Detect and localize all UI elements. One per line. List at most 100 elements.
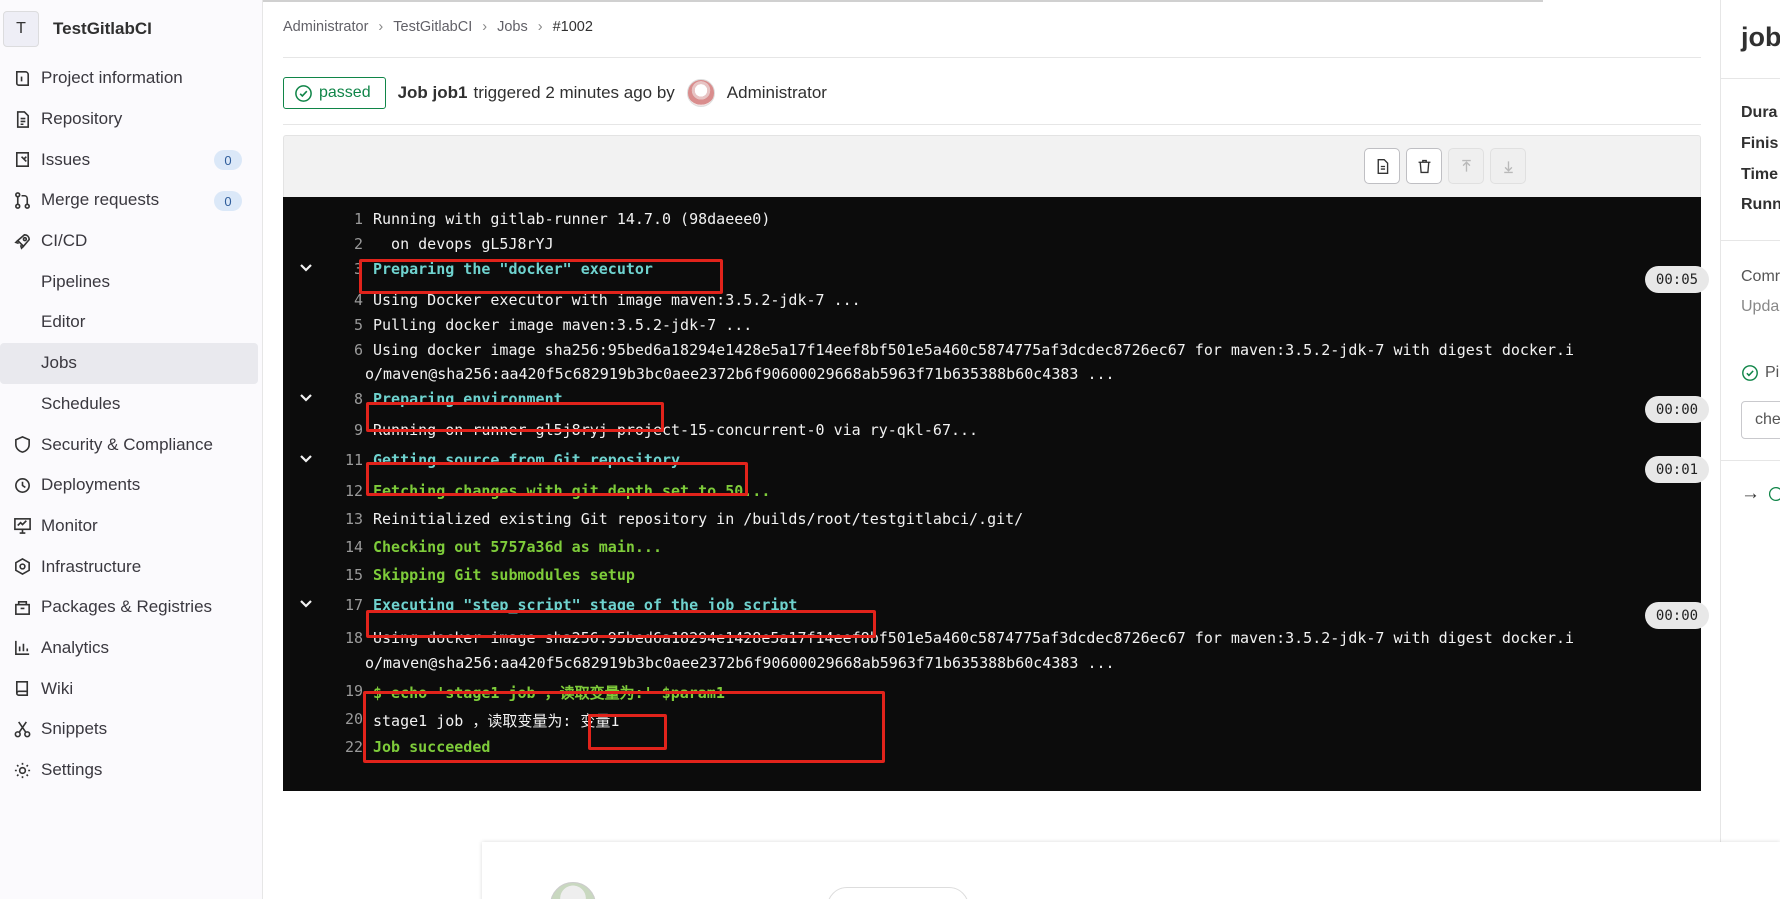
overlay-card bbox=[482, 842, 1780, 899]
sidebar-item-label: Settings bbox=[41, 760, 103, 780]
breadcrumb-separator: › bbox=[378, 19, 384, 35]
sidebar-item-repository[interactable]: Repository bbox=[0, 99, 262, 140]
finished-label: Finis bbox=[1741, 135, 1779, 152]
commit-message[interactable]: Upda bbox=[1741, 298, 1779, 316]
breadcrumb-item[interactable]: TestGitlabCI bbox=[393, 19, 472, 35]
breadcrumb-item[interactable]: Jobs bbox=[497, 19, 528, 35]
line-number[interactable]: 11 bbox=[323, 451, 363, 469]
section-duration-badge: 00:00 bbox=[1645, 396, 1709, 423]
sidebar-item-wiki[interactable]: Wiki bbox=[0, 668, 262, 709]
document-icon bbox=[1377, 158, 1388, 174]
sidebar-item-settings[interactable]: Settings bbox=[0, 750, 262, 791]
line-number[interactable]: 12 bbox=[323, 482, 363, 500]
timeout-label: Time bbox=[1741, 166, 1779, 183]
divider bbox=[1721, 460, 1780, 461]
pipeline-status[interactable]: Pi bbox=[1741, 364, 1779, 382]
gear-icon bbox=[12, 760, 32, 780]
log-text: Reinitialized existing Git repository in… bbox=[373, 510, 1024, 528]
sidebar-item-merge-requests[interactable]: Merge requests 0 bbox=[0, 180, 262, 221]
sidebar-item-label: Deployments bbox=[41, 475, 141, 495]
log-text: Pulling docker image maven:3.5.2-jdk-7 .… bbox=[373, 316, 753, 334]
sidebar-item-project-information[interactable]: Project information bbox=[0, 58, 262, 99]
log-toolbar bbox=[283, 135, 1701, 197]
highlight-box bbox=[366, 610, 876, 638]
divider bbox=[283, 57, 1701, 58]
line-number[interactable]: 22 bbox=[323, 738, 363, 756]
breadcrumb-item[interactable]: #1002 bbox=[553, 19, 593, 35]
divider bbox=[1721, 78, 1780, 79]
line-number[interactable]: 17 bbox=[323, 596, 363, 614]
check-circle-icon bbox=[1742, 365, 1758, 381]
section-duration-badge: 00:00 bbox=[1645, 602, 1709, 629]
breadcrumb-item[interactable]: Administrator bbox=[283, 19, 368, 35]
line-number[interactable]: 3 bbox=[323, 260, 363, 278]
sidebar-item-pipelines[interactable]: Pipelines bbox=[0, 261, 262, 302]
merge-requests-count-badge: 0 bbox=[214, 191, 242, 212]
erase-log-button[interactable] bbox=[1406, 148, 1442, 184]
sidebar-item-snippets[interactable]: Snippets bbox=[0, 709, 262, 750]
sidebar-item-analytics[interactable]: Analytics bbox=[0, 628, 262, 669]
scroll-bottom-button[interactable] bbox=[1490, 148, 1526, 184]
chevron-down-icon[interactable] bbox=[298, 451, 316, 469]
chevron-down-icon[interactable] bbox=[298, 596, 316, 614]
pill-button[interactable] bbox=[827, 887, 969, 899]
status-badge[interactable]: passed bbox=[283, 77, 386, 109]
package-icon bbox=[12, 597, 32, 617]
avatar[interactable] bbox=[686, 79, 715, 107]
sidebar-item-editor[interactable]: Editor bbox=[0, 302, 262, 343]
log-text: on devops gL5J8rYJ bbox=[373, 235, 554, 253]
sidebar-item-deployments[interactable]: Deployments bbox=[0, 465, 262, 506]
trash-icon bbox=[1418, 159, 1430, 173]
line-number[interactable]: 8 bbox=[323, 390, 363, 408]
sidebar-item-label: Merge requests bbox=[41, 190, 160, 210]
chevron-down-icon[interactable] bbox=[298, 390, 316, 408]
sidebar-item-cicd[interactable]: CI/CD bbox=[0, 221, 262, 262]
scroll-down-icon bbox=[1503, 160, 1513, 173]
stage-select[interactable]: che bbox=[1741, 401, 1780, 439]
sidebar-item-security[interactable]: Security & Compliance bbox=[0, 424, 262, 465]
line-number[interactable]: 15 bbox=[323, 566, 363, 584]
line-number[interactable]: 18 bbox=[323, 629, 363, 647]
merge-request-icon bbox=[12, 190, 32, 210]
line-number[interactable]: 9 bbox=[323, 421, 363, 439]
line-number[interactable]: 2 bbox=[323, 235, 363, 253]
highlight-box bbox=[366, 402, 664, 432]
sidebar-item-label: Editor bbox=[41, 312, 86, 332]
section-duration-badge: 00:01 bbox=[1645, 456, 1709, 483]
log-text: Running with gitlab-runner 14.7.0 (98dae… bbox=[373, 210, 771, 228]
deployments-icon bbox=[12, 475, 32, 495]
sidebar-item-label: Infrastructure bbox=[41, 556, 142, 576]
scissors-icon bbox=[12, 719, 32, 739]
line-number[interactable]: 14 bbox=[323, 538, 363, 556]
divider bbox=[1721, 240, 1780, 241]
sidebar-item-jobs[interactable]: Jobs bbox=[0, 342, 258, 384]
line-number[interactable]: 13 bbox=[323, 510, 363, 528]
book-icon bbox=[12, 679, 32, 699]
sidebar-item-monitor[interactable]: Monitor bbox=[0, 506, 262, 547]
avatar bbox=[550, 882, 596, 899]
issues-icon bbox=[12, 150, 32, 170]
scroll-top-button[interactable] bbox=[1448, 148, 1484, 184]
line-number[interactable]: 5 bbox=[323, 316, 363, 334]
line-number[interactable]: 4 bbox=[323, 291, 363, 309]
sidebar-item-issues[interactable]: Issues 0 bbox=[0, 139, 262, 180]
breadcrumb: Administrator › TestGitlabCI › Jobs › #1… bbox=[283, 19, 593, 35]
line-number[interactable]: 6 bbox=[323, 341, 363, 359]
project-header[interactable]: T TestGitlabCI bbox=[0, 0, 262, 58]
log-text: o/maven@sha256:aa420f5c682919b3bc0aee237… bbox=[365, 654, 1115, 672]
chevron-down-icon[interactable] bbox=[298, 260, 316, 278]
sidebar-item-packages[interactable]: Packages & Registries bbox=[0, 587, 262, 628]
rocket-icon bbox=[12, 231, 32, 251]
log-text: o/maven@sha256:aa420f5c682919b3bc0aee237… bbox=[365, 365, 1115, 383]
raw-log-button[interactable] bbox=[1364, 148, 1400, 184]
sidebar-item-label: Jobs bbox=[41, 353, 77, 373]
sidebar-item-infrastructure[interactable]: Infrastructure bbox=[0, 546, 262, 587]
line-number[interactable]: 20 bbox=[323, 710, 363, 728]
line-number[interactable]: 19 bbox=[323, 682, 363, 700]
line-number[interactable]: 1 bbox=[323, 210, 363, 228]
sidebar-item-label: Analytics bbox=[41, 637, 110, 657]
check-circle-icon bbox=[1768, 486, 1780, 502]
user-link[interactable]: Administrator bbox=[727, 83, 827, 103]
sidebar-item-schedules[interactable]: Schedules bbox=[0, 384, 262, 425]
job-list-item[interactable]: → bbox=[1741, 483, 1780, 505]
